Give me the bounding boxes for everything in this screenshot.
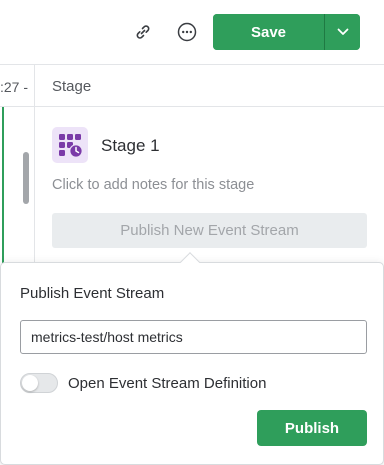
- event-stream-name-input[interactable]: [20, 320, 367, 354]
- save-button-group: Save: [213, 14, 360, 50]
- link-icon[interactable]: [129, 18, 157, 46]
- save-options-dropdown[interactable]: [324, 14, 360, 50]
- more-horizontal-icon[interactable]: [173, 18, 201, 46]
- publish-new-event-stream-button[interactable]: Publish New Event Stream: [52, 213, 367, 248]
- toggle-knob: [22, 375, 38, 391]
- scrollbar-thumb[interactable]: [23, 152, 29, 204]
- grid-header-divider: [0, 106, 384, 107]
- timeline-indicator: [2, 107, 4, 267]
- chevron-down-icon: [337, 28, 348, 35]
- stage-grid-clock-icon: [52, 127, 88, 163]
- popover-title: Publish Event Stream: [20, 285, 165, 302]
- save-button[interactable]: Save: [213, 14, 324, 50]
- grid-top-divider: [0, 64, 384, 65]
- time-column-header: :27 -: [0, 79, 29, 95]
- open-definition-label[interactable]: Open Event Stream Definition: [68, 375, 266, 392]
- stage-column-header: Stage: [52, 78, 92, 95]
- top-toolbar: Save: [0, 0, 384, 64]
- publish-event-stream-popover: Publish Event Stream Open Event Stream D…: [0, 262, 384, 465]
- stage-notes-placeholder[interactable]: Click to add notes for this stage: [52, 177, 254, 193]
- publish-button[interactable]: Publish: [257, 410, 367, 446]
- stage-title[interactable]: Stage 1: [101, 136, 160, 156]
- open-definition-toggle[interactable]: [20, 373, 58, 393]
- column-divider: [34, 64, 35, 274]
